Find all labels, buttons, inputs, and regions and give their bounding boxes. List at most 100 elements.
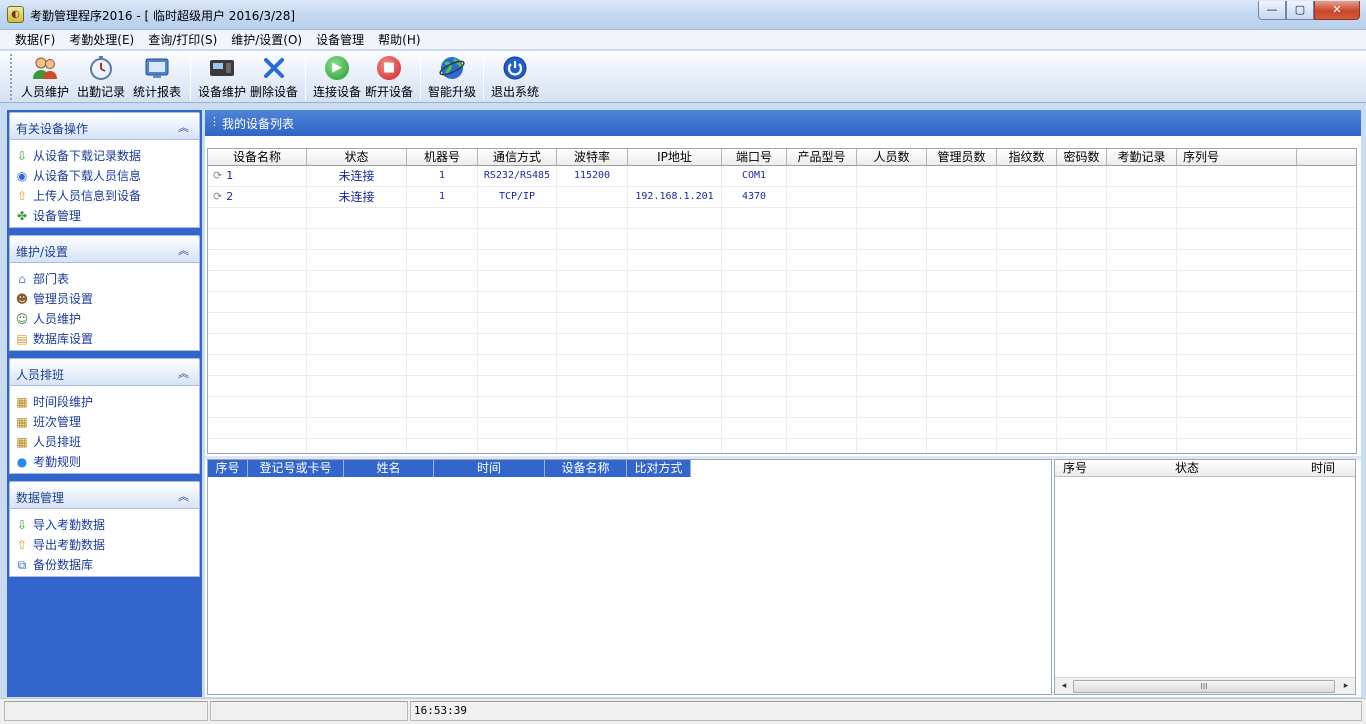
sidebar-item-import-data[interactable]: ⇩ 导入考勤数据 [14,515,199,535]
table-row[interactable]: ⟳ 1 未连接 1 RS232/RS485 115200 COM1 [208,166,1356,187]
device-table-header: 设备名称 状态 机器号 通信方式 波特率 IP地址 端口号 产品型号 人员数 管… [208,149,1356,166]
menu-maintenance[interactable]: 维护/设置(O) [224,30,309,49]
delete-device-label: 删除设备 [249,85,298,99]
column-header[interactable]: 登记号或卡号 [248,460,344,477]
grip-dots-icon: ⋮ [209,115,220,128]
column-header[interactable]: IP地址 [628,149,722,165]
exit-system-label: 退出系统 [490,85,539,99]
sidebar-item-department[interactable]: ⌂ 部门表 [14,269,199,289]
sidebar-item-export-data[interactable]: ⇧ 导出考勤数据 [14,535,199,555]
scroll-left-icon[interactable]: ◂ [1057,680,1071,693]
sidebar-item-device-management[interactable]: ✤ 设备管理 [14,206,199,226]
status-bar: 16:53:39 [0,698,1366,724]
sidebar-item-database-settings[interactable]: ▤ 数据库设置 [14,329,199,349]
collapse-icon[interactable]: ︽ [178,242,189,258]
sidebar-item-time-period[interactable]: ▦ 时间段维护 [14,392,199,412]
sidebar-item-backup-database[interactable]: ⧉ 备份数据库 [14,555,199,575]
scroll-thumb[interactable]: III [1073,680,1335,693]
menu-attendance[interactable]: 考勤处理(E) [62,30,141,49]
column-header[interactable]: 时间 [434,460,545,477]
device-maintenance-button[interactable]: 设备维护 [196,51,248,101]
collapse-icon[interactable]: ︽ [178,365,189,381]
column-header[interactable]: 考勤记录 [1107,149,1177,165]
sidebar-item-staff-scheduling[interactable]: ▦ 人员排班 [14,432,199,452]
empty-table-row [208,250,1356,271]
arrow-down-icon: ⇩ [16,149,28,163]
column-header[interactable]: 设备名称 [545,460,627,477]
attendance-records-label: 出勤记录 [76,85,125,99]
sidebar-item-staff-maintenance[interactable]: ☺ 人员维护 [14,309,199,329]
empty-table-row [208,229,1356,250]
column-header[interactable]: 机器号 [407,149,478,165]
column-header[interactable]: 序号 [1055,460,1097,476]
admin-icon: ☻ [15,292,29,306]
empty-rows [208,208,1356,453]
scroll-right-icon[interactable]: ▸ [1339,680,1353,693]
column-header[interactable]: 状态 [1097,460,1277,476]
calendar-icon: ▦ [16,435,28,449]
column-header[interactable]: 端口号 [722,149,787,165]
toolbar-separator [420,54,421,100]
menu-help[interactable]: 帮助(H) [371,30,427,49]
horizontal-scrollbar[interactable]: ◂ III ▸ [1055,677,1355,694]
column-header[interactable]: 管理员数 [927,149,997,165]
group-maintenance-header[interactable]: 维护/设置 ︽ [9,235,200,263]
column-header[interactable]: 波特率 [557,149,628,165]
delete-device-button[interactable]: 删除设备 [248,51,300,101]
menu-data[interactable]: 数据(F) [8,30,62,49]
column-header[interactable]: 姓名 [344,460,434,477]
minimize-button[interactable]: — [1258,1,1286,20]
column-header[interactable]: 设备名称 [208,149,307,165]
delete-x-icon [260,55,288,81]
empty-table-row [208,418,1356,439]
close-button[interactable]: ✕ [1314,1,1360,20]
menu-device[interactable]: 设备管理 [309,30,371,49]
menu-query-print[interactable]: 查询/打印(S) [141,30,224,49]
maximize-button[interactable]: ▢ [1286,1,1314,20]
connect-device-label: 连接设备 [312,85,361,99]
group-data-management-header[interactable]: 数据管理 ︽ [9,481,200,509]
sidebar-item-admin-settings[interactable]: ☻ 管理员设置 [14,289,199,309]
column-header[interactable]: 序号 [208,460,248,477]
status-pane-2 [210,701,408,721]
statistics-report-label: 统计报表 [132,85,181,99]
collapse-icon[interactable]: ︽ [178,119,189,135]
device-list-title: 我的设备列表 [222,117,295,131]
smart-upgrade-button[interactable]: 智能升级 [426,51,478,101]
collapse-icon[interactable]: ︽ [178,488,189,504]
sidebar-item-download-records[interactable]: ⇩ 从设备下载记录数据 [14,146,199,166]
group-device-ops-header[interactable]: 有关设备操作 ︽ [9,112,200,140]
disconnect-device-label: 断开设备 [364,85,413,99]
column-header[interactable]: 产品型号 [787,149,857,165]
main-content: ⋮ 我的设备列表 设备名称 状态 机器号 通信方式 波特率 IP地址 端口号 产… [205,110,1361,697]
column-header[interactable]: 时间 [1277,460,1355,476]
attendance-records-button[interactable]: 出勤记录 [73,51,129,101]
calendar-icon: ▦ [16,395,28,409]
staff-maintenance-button[interactable]: 人员维护 [17,51,73,101]
column-header[interactable]: 比对方式 [627,460,691,477]
column-header[interactable]: 指纹数 [997,149,1057,165]
group-title: 人员排班 [16,368,65,382]
smart-upgrade-label: 智能升级 [427,85,476,99]
column-header[interactable]: 状态 [307,149,407,165]
column-header-filler [1297,149,1356,165]
sidebar-item-upload-staff[interactable]: ⇧ 上传人员信息到设备 [14,186,199,206]
refresh-icon: ⟳ [213,169,223,182]
column-header[interactable]: 通信方式 [478,149,557,165]
table-row[interactable]: ⟳ 2 未连接 1 TCP/IP 192.168.1.201 4370 [208,187,1356,208]
status-pane-1 [4,701,208,721]
column-header[interactable]: 密码数 [1057,149,1107,165]
column-header[interactable]: 人员数 [857,149,927,165]
toolbar-grip[interactable] [10,54,13,100]
sidebar-item-download-staff[interactable]: ◉ 从设备下载人员信息 [14,166,199,186]
connect-device-button[interactable]: ▶ 连接设备 [311,51,363,101]
group-scheduling-header[interactable]: 人员排班 ︽ [9,358,200,386]
statistics-report-button[interactable]: 统计报表 [129,51,185,101]
disconnect-device-button[interactable]: ■ 断开设备 [363,51,415,101]
staff-maintenance-label: 人员维护 [20,85,69,99]
empty-table-row [208,271,1356,292]
sidebar-item-shift-management[interactable]: ▦ 班次管理 [14,412,199,432]
exit-system-button[interactable]: 退出系统 [489,51,541,101]
column-header[interactable]: 序列号 [1177,149,1297,165]
sidebar-item-attendance-rules[interactable]: ● 考勤规则 [14,452,199,472]
